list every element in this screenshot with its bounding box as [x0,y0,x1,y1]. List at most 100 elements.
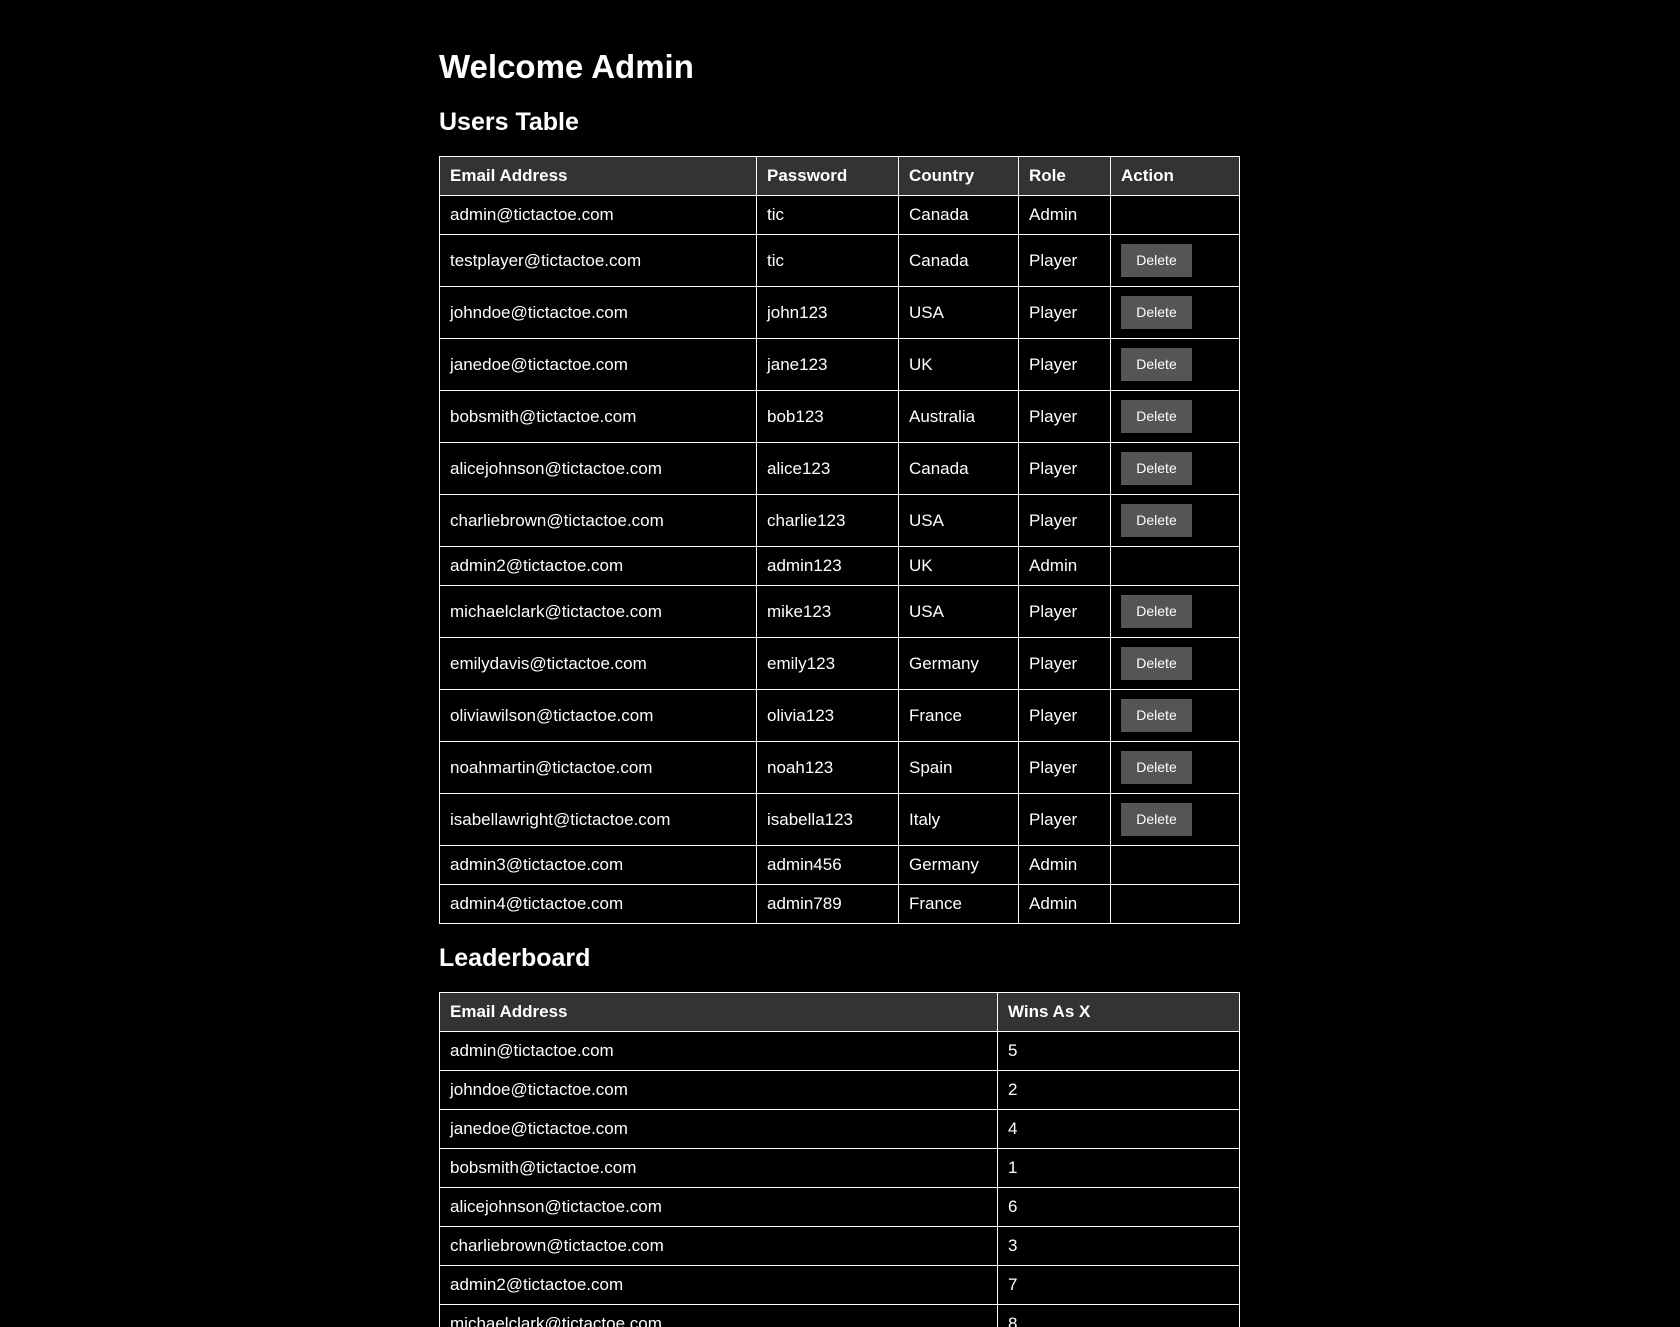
user-country-cell: Canada [898,234,1019,287]
user-country-cell: USA [898,494,1019,547]
table-row: alicejohnson@tictactoe.com 6 [439,1187,1240,1227]
user-country-cell: Canada [898,442,1019,495]
user-action-cell: Delete [1110,234,1240,287]
user-email-cell: admin3@tictactoe.com [439,845,757,885]
table-row: bobsmith@tictactoe.com bob123 Australia Pla… [439,390,1240,443]
user-role-cell: Player [1018,741,1111,794]
column-header-wins-as-x: Wins As X [997,992,1240,1032]
user-email-cell: admin4@tictactoe.com [439,884,757,924]
user-password-cell: tic [756,234,899,287]
delete-user-button[interactable]: Delete [1121,751,1192,784]
user-action-cell [1110,195,1240,235]
table-row: charliebrown@tictactoe.com 3 [439,1226,1240,1266]
user-email-cell: admin@tictactoe.com [439,195,757,235]
delete-user-button[interactable]: Delete [1121,647,1192,680]
user-action-cell: Delete [1110,494,1240,547]
user-password-cell: tic [756,195,899,235]
leaderboard-wins-cell: 6 [997,1187,1240,1227]
delete-user-button[interactable]: Delete [1121,803,1192,836]
user-action-cell: Delete [1110,390,1240,443]
leaderboard-email-cell: michaelclark@tictactoe.com [439,1304,998,1327]
user-role-cell: Player [1018,689,1111,742]
leaderboard-email-cell: janedoe@tictactoe.com [439,1109,998,1149]
leaderboard-email-cell: alicejohnson@tictactoe.com [439,1187,998,1227]
user-password-cell: jane123 [756,338,899,391]
user-password-cell: admin456 [756,845,899,885]
user-action-cell: Delete [1110,793,1240,846]
user-role-cell: Player [1018,234,1111,287]
leaderboard-wins-cell: 4 [997,1109,1240,1149]
column-header-password: Password [756,156,899,196]
table-row: oliviawilson@tictactoe.com olivia123 Franc… [439,689,1240,742]
user-country-cell: USA [898,585,1019,638]
user-action-cell [1110,546,1240,586]
user-email-cell: testplayer@tictactoe.com [439,234,757,287]
user-country-cell: Spain [898,741,1019,794]
user-action-cell: Delete [1110,338,1240,391]
user-role-cell: Player [1018,494,1111,547]
user-country-cell: USA [898,286,1019,339]
user-password-cell: olivia123 [756,689,899,742]
table-row: admin2@tictactoe.com admin123 UK Admin [439,546,1240,586]
user-email-cell: bobsmith@tictactoe.com [439,390,757,443]
user-email-cell: alicejohnson@tictactoe.com [439,442,757,495]
user-action-cell [1110,884,1240,924]
user-country-cell: Italy [898,793,1019,846]
leaderboard-email-cell: admin@tictactoe.com [439,1031,998,1071]
user-password-cell: admin123 [756,546,899,586]
delete-user-button[interactable]: Delete [1121,400,1192,433]
table-row: janedoe@tictactoe.com jane123 UK Player Dele… [439,338,1240,391]
user-action-cell [1110,845,1240,885]
user-role-cell: Player [1018,585,1111,638]
leaderboard-header-row: Email Address Wins As X [439,992,1240,1032]
user-password-cell: admin789 [756,884,899,924]
user-role-cell: Player [1018,442,1111,495]
table-row: admin4@tictactoe.com admin789 France Admin [439,884,1240,924]
user-action-cell: Delete [1110,442,1240,495]
delete-user-button[interactable]: Delete [1121,452,1192,485]
table-row: janedoe@tictactoe.com 4 [439,1109,1240,1149]
user-action-cell: Delete [1110,689,1240,742]
user-country-cell: France [898,884,1019,924]
user-role-cell: Player [1018,637,1111,690]
leaderboard-email-cell: bobsmith@tictactoe.com [439,1148,998,1188]
table-row: admin2@tictactoe.com 7 [439,1265,1240,1305]
table-row: michaelclark@tictactoe.com 8 [439,1304,1240,1327]
user-email-cell: emilydavis@tictactoe.com [439,637,757,690]
delete-user-button[interactable]: Delete [1121,296,1192,329]
table-row: johndoe@tictactoe.com john123 USA Player Del… [439,286,1240,339]
user-role-cell: Admin [1018,884,1111,924]
users-table-heading: Users Table [439,108,579,136]
user-action-cell: Delete [1110,741,1240,794]
users-table-header-row: Email Address Password Country Role Acti… [439,156,1240,196]
leaderboard-table: Email Address Wins As X admin@tictactoe.… [439,992,1240,1327]
user-action-cell: Delete [1110,585,1240,638]
column-header-email: Email Address [439,156,757,196]
leaderboard-email-cell: admin2@tictactoe.com [439,1265,998,1305]
leaderboard-wins-cell: 8 [997,1304,1240,1327]
user-password-cell: emily123 [756,637,899,690]
user-password-cell: bob123 [756,390,899,443]
users-table: Email Address Password Country Role Acti… [439,156,1240,924]
delete-user-button[interactable]: Delete [1121,504,1192,537]
user-password-cell: charlie123 [756,494,899,547]
table-row: noahmartin@tictactoe.com noah123 Spain Play… [439,741,1240,794]
user-role-cell: Player [1018,338,1111,391]
user-role-cell: Admin [1018,546,1111,586]
table-row: admin@tictactoe.com tic Canada Admin [439,195,1240,235]
leaderboard-email-cell: johndoe@tictactoe.com [439,1070,998,1110]
leaderboard-email-cell: charliebrown@tictactoe.com [439,1226,998,1266]
column-header-action: Action [1110,156,1240,196]
user-country-cell: Germany [898,845,1019,885]
leaderboard-wins-cell: 5 [997,1031,1240,1071]
user-country-cell: Germany [898,637,1019,690]
table-row: alicejohnson@tictactoe.com alice123 Canada… [439,442,1240,495]
user-password-cell: alice123 [756,442,899,495]
delete-user-button[interactable]: Delete [1121,348,1192,381]
user-country-cell: France [898,689,1019,742]
user-email-cell: charliebrown@tictactoe.com [439,494,757,547]
table-row: admin@tictactoe.com 5 [439,1031,1240,1071]
delete-user-button[interactable]: Delete [1121,699,1192,732]
delete-user-button[interactable]: Delete [1121,595,1192,628]
delete-user-button[interactable]: Delete [1121,244,1192,277]
